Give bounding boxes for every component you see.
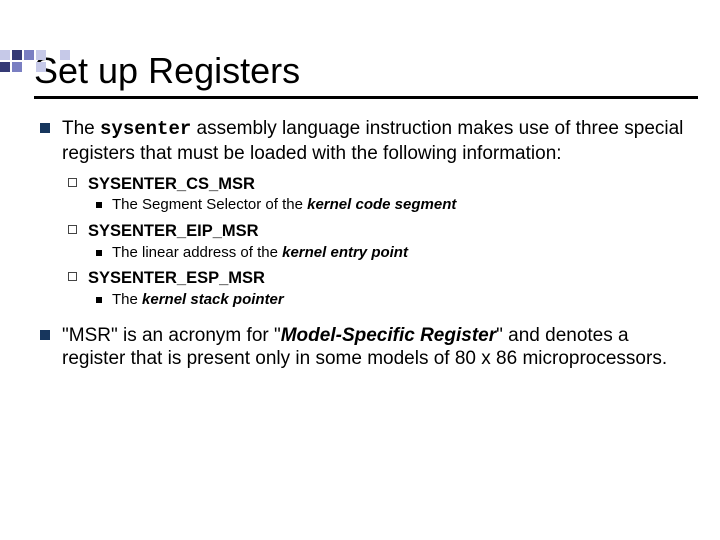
decor-square [48,50,58,60]
desc-pre: The [112,291,142,308]
desc-emph: kernel entry point [282,244,408,261]
decor-square [36,62,46,72]
decor-square [60,50,70,60]
decor-square [24,62,34,72]
register-name: SYSENTER_CS_MSR [88,175,255,193]
desc-pre: The linear address of the [112,244,282,261]
title-underline [34,96,698,99]
register-item: SYSENTER_EIP_MSR The linear address of t… [62,221,690,262]
msr-emph: Model-Specific Register [281,325,496,346]
desc-emph: kernel stack pointer [142,291,284,308]
decor-square [36,50,46,60]
register-item: SYSENTER_CS_MSR The Segment Selector of … [62,174,690,215]
bullet-msr: "MSR" is an acronym for "Model-Specific … [34,324,690,372]
intro-code: sysenter [100,118,191,140]
register-name: SYSENTER_ESP_MSR [88,269,265,287]
register-desc: The linear address of the kernel entry p… [88,244,690,263]
register-desc: The kernel stack pointer [88,291,690,310]
desc-pre: The Segment Selector of the [112,196,307,213]
decor-square [24,50,34,60]
decor-square [0,50,10,60]
msr-pre: "MSR" is an acronym for " [62,325,281,346]
intro-text-pre: The [62,118,100,139]
register-item: SYSENTER_ESP_MSR The kernel stack pointe… [62,268,690,309]
slide-body: The sysenter assembly language instructi… [34,117,690,371]
desc-emph: kernel code segment [307,196,456,213]
decor-square [12,50,22,60]
decor-square [0,62,10,72]
slide-title: Set up Registers [34,50,720,92]
register-name: SYSENTER_EIP_MSR [88,222,259,240]
bullet-intro: The sysenter assembly language instructi… [34,117,690,310]
decor-square [12,62,22,72]
corner-decoration [0,50,120,78]
register-desc: The Segment Selector of the kernel code … [88,196,690,215]
